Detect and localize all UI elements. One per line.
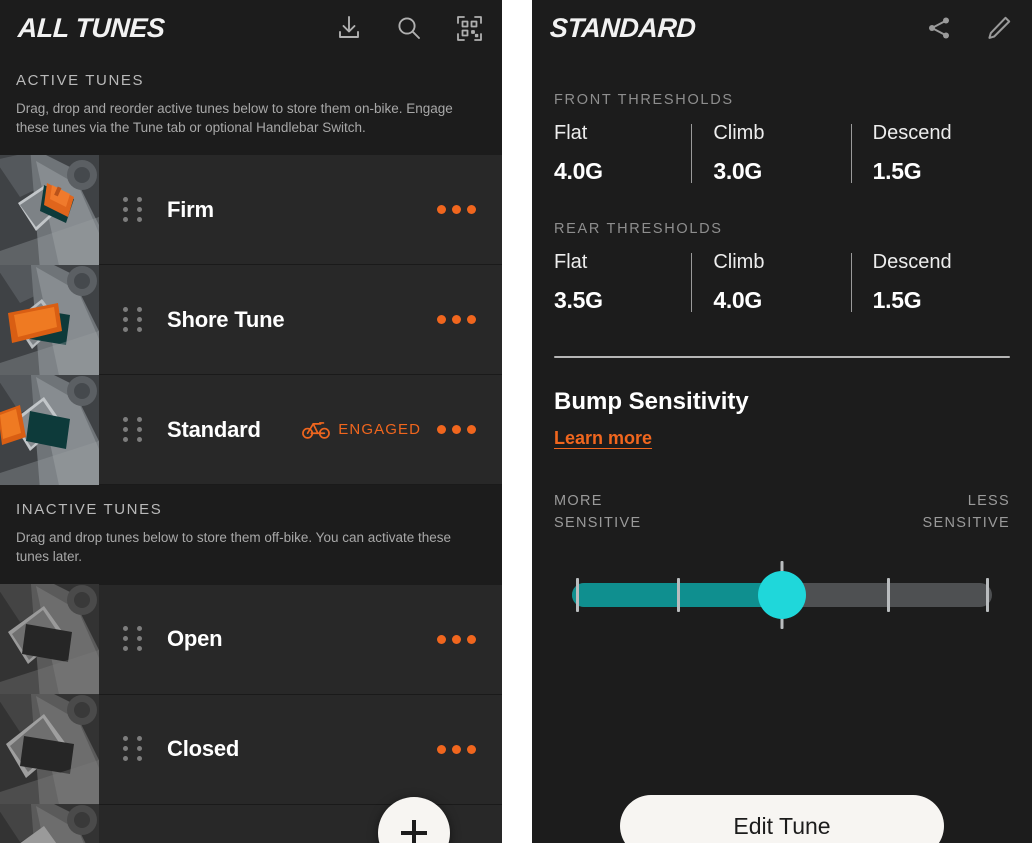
right-appbar: STANDARD <box>532 0 1032 56</box>
tune-thumbnail <box>0 374 99 485</box>
rear-thresholds-grid: Flat 3.5G Climb 4.0G Descend 1.5G <box>554 251 1010 314</box>
tune-thumbnail <box>0 584 99 695</box>
tune-row[interactable]: Closed <box>0 694 502 805</box>
inactive-tunes-description: Drag and drop tunes below to store them … <box>16 530 452 565</box>
tune-row[interactable]: Standard ENGAGED <box>0 374 502 486</box>
tune-detail-body: FRONT THRESHOLDS Flat 4.0G Climb 3.0G De… <box>532 92 1032 629</box>
tune-thumbnail <box>0 694 99 805</box>
bump-sensitivity-heading: Bump Sensitivity <box>554 388 749 415</box>
plus-icon <box>401 820 427 843</box>
tune-options-button[interactable] <box>437 315 476 325</box>
search-icon[interactable] <box>394 13 424 43</box>
tune-detail-title: STANDARD <box>549 12 697 43</box>
slider-label-less-sensitive: LESS SENSITIVE <box>922 493 1010 531</box>
front-thresholds-grid: Flat 4.0G Climb 3.0G Descend 1.5G <box>554 122 1010 185</box>
active-tunes-description: Drag, drop and reorder active tunes belo… <box>16 101 453 136</box>
right-appbar-actions <box>924 13 1014 43</box>
edit-pencil-icon[interactable] <box>984 13 1014 43</box>
drag-handle-icon[interactable] <box>123 306 145 333</box>
slider-tick <box>576 577 579 612</box>
section-divider <box>554 356 1010 358</box>
threshold-label: Descend <box>872 122 952 144</box>
tune-detail-panel: STANDARD FRONT THRESHOLDS Flat 4.0G Clim… <box>532 0 1032 843</box>
tune-name: Firm <box>167 196 214 222</box>
slider-tick <box>677 577 680 612</box>
slider-tick <box>986 577 989 612</box>
active-tunes-section-header: ACTIVE TUNES Drag, drop and reorder acti… <box>0 56 502 156</box>
tune-options-button[interactable] <box>437 634 476 644</box>
tune-options-button[interactable] <box>437 205 476 215</box>
threshold-cell-front-descend: Descend 1.5G <box>850 122 1010 185</box>
threshold-label: Flat <box>554 122 588 144</box>
rear-thresholds-title: REAR THRESHOLDS <box>554 221 723 237</box>
threshold-cell-front-flat: Flat 4.0G <box>554 122 691 185</box>
bicycle-icon <box>302 422 331 440</box>
drag-handle-icon[interactable] <box>123 196 145 223</box>
tune-row[interactable]: Firm <box>0 154 502 266</box>
threshold-value: 4.0G <box>554 158 603 184</box>
edit-tune-button[interactable]: Edit Tune <box>620 795 944 843</box>
tune-thumbnail <box>0 804 99 843</box>
tune-options-button[interactable] <box>437 744 476 754</box>
left-appbar-actions <box>334 13 484 43</box>
threshold-value: 1.5G <box>872 158 922 184</box>
tune-row[interactable]: Shore Tune <box>0 264 502 376</box>
tune-options-button[interactable] <box>437 425 476 435</box>
threshold-label: Climb <box>713 122 765 144</box>
tune-name: Open <box>167 626 223 652</box>
status-badge: ENGAGED <box>302 420 421 440</box>
drag-handle-icon[interactable] <box>123 736 145 762</box>
left-appbar: ALL TUNES <box>0 0 502 56</box>
qr-scan-icon[interactable] <box>454 13 484 43</box>
tune-name: Standard <box>167 416 261 442</box>
threshold-value: 3.5G <box>554 287 603 313</box>
threshold-cell-front-climb: Climb 3.0G <box>691 122 850 185</box>
slider-thumb[interactable] <box>758 570 806 619</box>
all-tunes-panel: ALL TUNES ACTIVE TUNES Drag, drop and re… <box>0 0 502 843</box>
threshold-value: 4.0G <box>713 287 762 313</box>
threshold-value: 3.0G <box>713 158 762 184</box>
threshold-value: 1.5G <box>872 287 922 313</box>
threshold-cell-rear-descend: Descend 1.5G <box>850 251 1010 314</box>
panel-divider <box>502 0 532 843</box>
tune-thumbnail <box>0 264 99 375</box>
inactive-tunes-title: INACTIVE TUNES <box>16 501 163 519</box>
active-tunes-title: ACTIVE TUNES <box>16 72 145 89</box>
threshold-label: Climb <box>713 251 765 273</box>
active-tunes-list: Firm Shore Tune Standard ENGAGED <box>0 154 502 486</box>
tune-name: Shore Tune <box>167 306 285 332</box>
page-title: ALL TUNES <box>17 12 166 43</box>
threshold-cell-rear-flat: Flat 3.5G <box>554 251 691 314</box>
threshold-label: Flat <box>554 251 588 273</box>
threshold-cell-rear-climb: Climb 4.0G <box>691 251 850 314</box>
drag-handle-icon[interactable] <box>123 626 145 652</box>
learn-more-link[interactable]: Learn more <box>554 428 652 449</box>
slider-label-more-sensitive: MORE SENSITIVE <box>554 493 642 531</box>
threshold-label: Descend <box>872 251 952 273</box>
slider-tick <box>887 577 890 612</box>
drag-handle-icon[interactable] <box>123 416 145 443</box>
front-thresholds-title: FRONT THRESHOLDS <box>554 92 734 108</box>
bump-sensitivity-slider[interactable] <box>554 560 1010 629</box>
engaged-label: ENGAGED <box>338 421 421 439</box>
tune-row[interactable]: Open <box>0 584 502 695</box>
tune-thumbnail <box>0 154 99 265</box>
slider-labels: MORE SENSITIVE LESS SENSITIVE <box>554 491 1010 535</box>
share-icon[interactable] <box>924 13 954 43</box>
tune-name: Closed <box>167 736 240 762</box>
download-icon[interactable] <box>334 13 364 43</box>
inactive-tunes-section-header: INACTIVE TUNES Drag and drop tunes below… <box>0 485 502 585</box>
